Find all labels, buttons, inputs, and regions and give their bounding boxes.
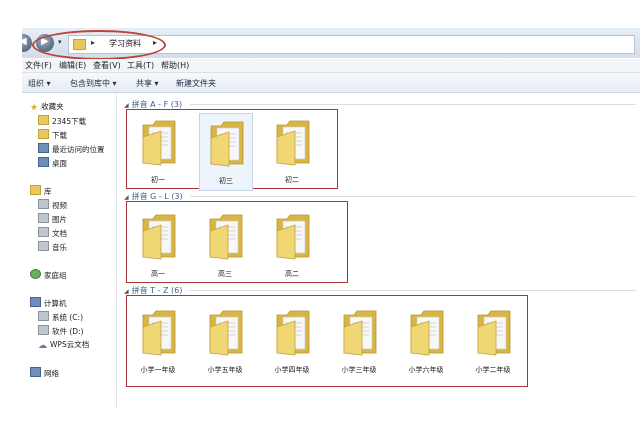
group-divider (190, 196, 636, 197)
file-list: ◢ 拼音 A - F (3) ◢ 拼音 G - L (3) ◢ 拼音 T - Z (6… (118, 93, 640, 408)
folder-item[interactable]: 高二 (266, 207, 318, 283)
drive-icon (38, 311, 49, 321)
folder-item[interactable]: 高三 (199, 207, 251, 283)
group-divider (190, 104, 636, 105)
nav-item-pictures[interactable]: 图片 (38, 213, 67, 225)
folder-label: 高三 (218, 270, 232, 278)
cloud-icon: ☁ (38, 341, 47, 351)
nav-item-2345-download[interactable]: 2345下载 (38, 115, 86, 127)
folder-label: 初二 (285, 176, 299, 184)
address-bar-row: ◀ ▶ ▾ ▸ 学习资料 ▸ (22, 28, 640, 60)
menu-help[interactable]: 帮助(H) (161, 60, 189, 71)
menu-tools[interactable]: 工具(T) (127, 60, 154, 71)
network-icon (30, 367, 41, 377)
collapse-triangle-icon: ◢ (124, 102, 129, 109)
menu-file[interactable]: 文件(F) (25, 60, 52, 71)
folder-item[interactable]: 初一 (132, 113, 184, 189)
picture-icon (38, 213, 49, 223)
organize-button[interactable]: 组织 ▾ (28, 78, 51, 89)
collapse-triangle-icon: ◢ (124, 194, 129, 201)
star-icon: ★ (30, 103, 39, 113)
nav-item-music[interactable]: 音乐 (38, 241, 67, 253)
explorer-window: ◀ ▶ ▾ ▸ 学习资料 ▸ 文件(F) 编辑(E) 查看(V) 工具(T) 帮… (22, 28, 640, 408)
computer-icon (30, 297, 41, 307)
folder-label: 小学一年级 (140, 366, 176, 374)
new-folder-button[interactable]: 新建文件夹 (176, 78, 216, 89)
menu-edit[interactable]: 编辑(E) (59, 60, 86, 71)
folder-item[interactable]: 高一 (132, 207, 184, 283)
group-divider (190, 290, 636, 291)
library-icon (30, 185, 41, 195)
folder-item[interactable]: 小学一年级 (132, 303, 184, 379)
nav-item-drive-d[interactable]: 软件 (D:) (38, 325, 84, 337)
nav-item-downloads[interactable]: 下载 (38, 129, 67, 141)
folder-item[interactable]: 小学二年级 (467, 303, 519, 379)
folder-label: 初三 (219, 177, 233, 185)
annotation-circle (32, 30, 166, 60)
menu-view[interactable]: 查看(V) (93, 60, 121, 71)
nav-item-desktop[interactable]: 桌面 (38, 157, 67, 169)
homegroup-icon (30, 269, 41, 279)
nav-item-drive-c[interactable]: 系统 (C:) (38, 311, 83, 323)
navigation-pane: ★ 收藏夹 2345下载 下载 最近访问的位置 桌面 库 视频 图片 文档 音乐 … (22, 93, 117, 408)
folder-label: 小学五年级 (207, 366, 243, 374)
folder-item[interactable]: 小学四年级 (266, 303, 318, 379)
folder-label: 初一 (151, 176, 165, 184)
folder-item[interactable]: 小学六年级 (400, 303, 452, 379)
nav-network[interactable]: 网络 (30, 367, 59, 379)
document-icon (38, 227, 49, 237)
nav-favorites[interactable]: ★ 收藏夹 (30, 101, 64, 113)
video-icon (38, 199, 49, 209)
nav-computer[interactable]: 计算机 (30, 297, 67, 309)
menu-bar: 文件(F) 编辑(E) 查看(V) 工具(T) 帮助(H) (22, 59, 640, 73)
folder-item[interactable]: 初二 (266, 113, 318, 189)
nav-item-documents[interactable]: 文档 (38, 227, 67, 239)
nav-libraries[interactable]: 库 (30, 185, 52, 197)
screenshot: { "address": { "path": ["学习资料"], "nav_ba… (0, 0, 640, 427)
back-button[interactable]: ◀ (22, 34, 32, 52)
recent-places-icon (38, 143, 49, 153)
share-button[interactable]: 共享 ▾ (136, 78, 159, 89)
folder-icon (38, 115, 49, 125)
command-bar: 组织 ▾ 包含到库中 ▾ 共享 ▾ 新建文件夹 (22, 73, 640, 93)
nav-item-wps-cloud[interactable]: ☁ WPS云文档 (38, 339, 89, 351)
nav-item-recent-places[interactable]: 最近访问的位置 (38, 143, 105, 155)
back-arrow-icon: ◀ (22, 36, 27, 47)
folder-label: 小学三年级 (341, 366, 377, 374)
music-icon (38, 241, 49, 251)
nav-item-videos[interactable]: 视频 (38, 199, 67, 211)
folder-label: 小学四年级 (274, 366, 310, 374)
include-in-library-button[interactable]: 包含到库中 ▾ (70, 78, 117, 89)
folder-label: 高一 (151, 270, 165, 278)
drive-icon (38, 325, 49, 335)
nav-homegroup[interactable]: 家庭组 (30, 269, 67, 281)
desktop-icon (38, 157, 49, 167)
folder-label: 小学二年级 (475, 366, 511, 374)
folder-item[interactable]: 小学三年级 (333, 303, 385, 379)
collapse-triangle-icon: ◢ (124, 288, 129, 295)
folder-label: 小学六年级 (408, 366, 444, 374)
folder-item[interactable]: 小学五年级 (199, 303, 251, 379)
folder-label: 高二 (285, 270, 299, 278)
folder-item[interactable]: 初三 (199, 113, 253, 191)
folder-icon (38, 129, 49, 139)
